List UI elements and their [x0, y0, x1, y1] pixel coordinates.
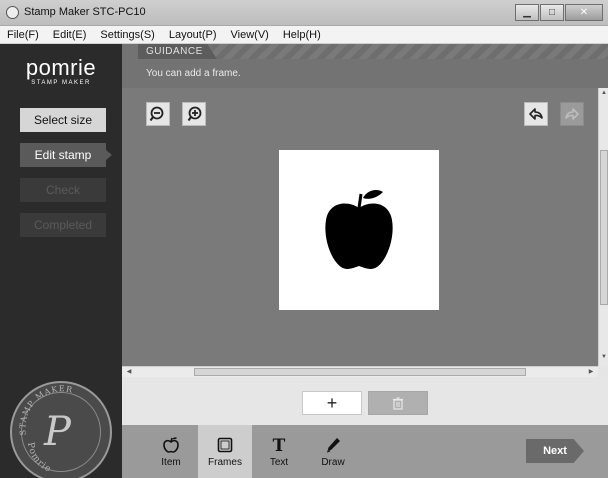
redo-icon [565, 108, 579, 120]
step-edit-stamp[interactable]: Edit stamp [20, 143, 112, 167]
vertical-scroll-thumb[interactable] [600, 150, 608, 305]
title-bar: Stamp Maker STC-PC10 ▁ □ ✕ [0, 0, 608, 26]
vertical-scrollbar[interactable]: ▲ ▼ [598, 88, 608, 366]
horizontal-scroll-thumb[interactable] [194, 368, 526, 376]
guidance-pattern [212, 44, 608, 59]
tool-text[interactable]: T Text [252, 425, 306, 478]
canvas-area [122, 88, 598, 366]
delete-button[interactable] [368, 391, 428, 415]
scroll-left-icon[interactable]: ◀ [124, 367, 134, 377]
action-strip: + [122, 377, 608, 425]
next-button[interactable]: Next [526, 439, 584, 463]
guidance-message: You can add a frame. [146, 68, 241, 79]
undo-button[interactable] [524, 102, 548, 126]
zoom-out-icon [149, 106, 164, 122]
logo: pomrie STAMP MAKER [0, 44, 122, 92]
scroll-up-icon[interactable]: ▲ [600, 90, 608, 100]
redo-button[interactable] [560, 102, 584, 126]
step-check: Check [20, 178, 106, 202]
tool-item-label: Item [161, 456, 181, 468]
maximize-icon: □ [548, 7, 556, 18]
zoom-in-button[interactable] [182, 102, 206, 126]
menu-edit[interactable]: Edit(E) [46, 29, 94, 41]
minimize-icon: ▁ [523, 7, 531, 18]
menu-layout[interactable]: Layout(P) [162, 29, 224, 41]
trash-icon [393, 396, 403, 410]
stamp-preview[interactable] [279, 150, 439, 310]
apple-icon [325, 190, 393, 269]
tool-text-label: Text [269, 456, 289, 468]
window-title: Stamp Maker STC-PC10 [24, 6, 146, 18]
tool-frames[interactable]: Frames [198, 425, 252, 478]
guidance-panel: GUIDANCE You can add a frame. [122, 44, 608, 88]
scroll-down-icon[interactable]: ▼ [600, 354, 608, 364]
step-completed: Completed [20, 213, 106, 237]
zoom-in-icon [187, 106, 202, 122]
menu-file[interactable]: File(F) [0, 29, 46, 41]
minimize-button[interactable]: ▁ [515, 4, 539, 21]
frame-icon [217, 437, 233, 452]
undo-icon [529, 108, 543, 120]
zoom-out-button[interactable] [146, 102, 170, 126]
svg-text:T: T [273, 436, 286, 454]
tool-draw[interactable]: Draw [306, 425, 360, 478]
app-icon [6, 6, 19, 19]
add-button[interactable]: + [302, 391, 362, 415]
maximize-button[interactable]: □ [540, 4, 564, 21]
logo-text: pomrie [25, 54, 97, 80]
seal-letter: P [44, 409, 71, 455]
scroll-right-icon[interactable]: ▶ [586, 367, 596, 377]
menu-view[interactable]: View(V) [224, 29, 276, 41]
menu-bar: File(F) Edit(E) Settings(S) Layout(P) Vi… [0, 26, 608, 44]
tool-item[interactable]: Item [144, 425, 198, 478]
menu-settings[interactable]: Settings(S) [93, 29, 161, 41]
close-icon: ✕ [579, 7, 589, 18]
horizontal-scrollbar[interactable]: ◀ ▶ [122, 366, 598, 377]
step-select-size[interactable]: Select size [20, 108, 106, 132]
logo-subtitle: STAMP MAKER [31, 79, 91, 86]
window-controls: ▁ □ ✕ [514, 4, 603, 21]
brand-seal: STAMP MAKER Pomrie P [10, 381, 112, 478]
tool-draw-label: Draw [321, 456, 345, 468]
step-list: Select size Edit stamp Check Completed [20, 108, 112, 248]
menu-help[interactable]: Help(H) [276, 29, 328, 41]
close-button[interactable]: ✕ [565, 4, 603, 21]
pen-icon [326, 437, 340, 452]
scroll-corner [598, 366, 608, 377]
tool-frames-label: Frames [208, 456, 242, 468]
guidance-tab: GUIDANCE [138, 44, 217, 59]
apple-outline-icon [163, 436, 179, 453]
text-icon: T [273, 436, 286, 454]
sidebar: pomrie STAMP MAKER Select size Edit stam… [0, 44, 122, 478]
bottom-toolbar: Item Frames T Text Draw Next [122, 425, 608, 478]
